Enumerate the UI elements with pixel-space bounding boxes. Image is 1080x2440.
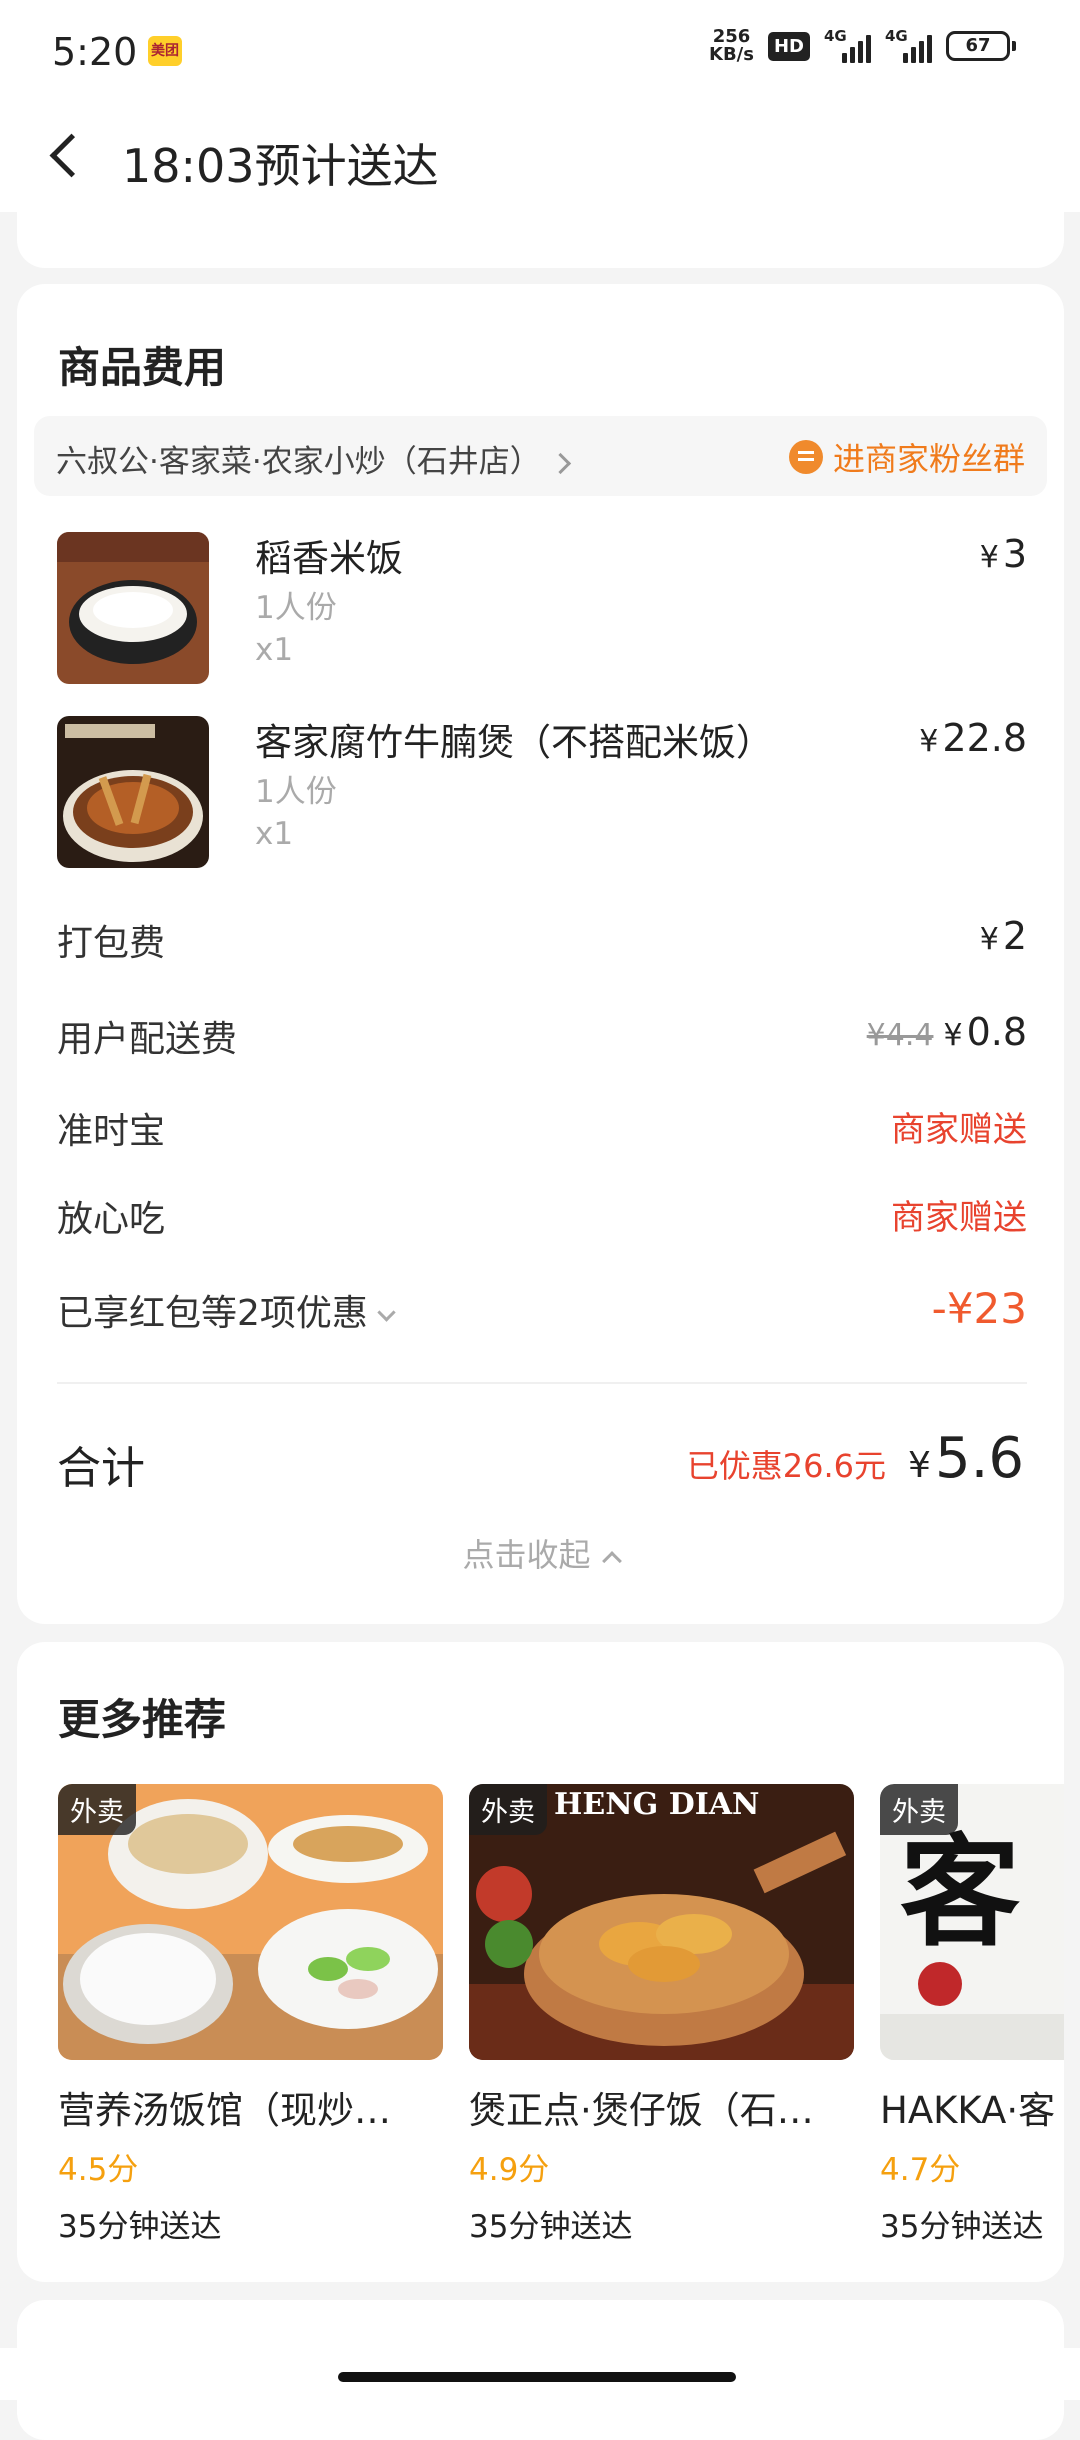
item-price: ¥3 [979,532,1027,576]
recommend-image-soup: 外卖 [58,1784,443,2060]
collapse-button[interactable]: 点击收起 [17,1530,1064,1576]
fan-group-button[interactable]: 进商家粉丝群 [788,434,1025,480]
item-price: ¥22.8 [919,716,1027,760]
recommend-image-claypot: HENG DIAN 外卖 [469,1784,854,2060]
shop-name[interactable]: 六叔公·客家菜·农家小炒（石井店） [56,436,571,481]
item-name: 稻香米饭 [255,537,403,580]
fee-section-title: 商品费用 [58,343,227,392]
recommend-image-hakka: 客 外卖 [880,1784,1064,2060]
hd-voice-icon: HD [767,31,810,61]
packing-fee-row: 打包费 ¥2 [57,914,1027,964]
chevron-right-icon [549,452,571,475]
recommend-score: 4.5分 [58,2152,139,2188]
item-spec: 1人份 [255,590,337,626]
item-image-beef-pot [57,716,209,868]
signal-icon-2: 4G [885,27,932,63]
recommend-item[interactable]: HENG DIAN 外卖 煲正点·煲仔饭（石… 4.9分 35分钟送达 [469,1784,854,2246]
ontime-row: 准时宝 商家赠送 [57,1110,1027,1152]
nav-bar: 18:03预计送达 [0,100,1080,212]
divider [57,1382,1027,1384]
recommend-name: 营养汤饭馆（现炒… [58,2089,391,2132]
network-speed: 256 KB/s [709,26,754,65]
recommend-eta: 35分钟送达 [58,2209,222,2245]
chevron-down-icon [377,1303,396,1322]
delivery-tag: 外卖 [880,1784,958,1835]
fee-card: 商品费用 六叔公·客家菜·农家小炒（石井店） 进商家粉丝群 稻香米饭 1人份 x… [17,284,1064,1624]
recommend-score: 4.7分 [880,2152,961,2188]
item-image-rice [57,532,209,684]
status-bar: 5:20 美团 256 KB/s HD 4G 4G 67 [0,0,1080,100]
svg-text:客: 客 [900,1822,1020,1963]
delivery-fee-row: 用户配送费 ¥4.4 ¥0.8 [57,1010,1027,1060]
svg-text:HENG DIAN: HENG DIAN [554,1787,759,1822]
page-title: 18:03预计送达 [122,139,439,193]
home-indicator[interactable] [338,2372,736,2382]
order-item[interactable]: 稻香米饭 1人份 x1 ¥3 [57,532,1027,684]
signal-icon: 4G [824,27,871,63]
recommend-eta: 35分钟送达 [880,2209,1044,2245]
battery-icon: 67 [946,31,1016,61]
item-spec: 1人份 [255,774,337,810]
total-amount: 已优惠26.6元 ¥5.6 [686,1426,1024,1491]
recommend-eta: 35分钟送达 [469,2209,633,2245]
total-label: 合计 [57,1443,145,1494]
recommend-name: HAKKA·客 [880,2089,1056,2132]
shop-bar[interactable]: 六叔公·客家菜·农家小炒（石井店） 进商家粉丝群 [34,416,1047,496]
order-item[interactable]: 客家腐竹牛腩煲（不搭配米饭） 1人份 x1 ¥22.8 [57,716,1027,868]
recommend-score: 4.9分 [469,2152,550,2188]
chevron-up-icon [601,1551,622,1571]
chat-icon [788,440,823,474]
meituan-app-icon: 美团 [148,36,182,66]
recommend-name: 煲正点·煲仔饭（石… [469,2089,814,2132]
delivery-tag: 外卖 [469,1784,547,1835]
discount-row[interactable]: 已享红包等2项优惠 -¥23 [57,1284,1027,1344]
delivery-tag: 外卖 [58,1784,136,1835]
original-delivery-fee: ¥4.4 [866,1018,934,1053]
recommend-title: 更多推荐 [58,1695,227,1744]
status-indicators: 256 KB/s HD 4G 4G 67 [709,26,1016,65]
item-qty: x1 [255,632,294,668]
item-name: 客家腐竹牛腩煲（不搭配米饭） [255,721,773,764]
status-time: 5:20 [52,30,138,74]
safe-eat-row: 放心吃 商家赠送 [57,1198,1027,1240]
recommend-item[interactable]: 外卖 营养汤饭馆（现炒… 4.5分 35分钟送达 [58,1784,443,2246]
item-qty: x1 [255,816,294,852]
saved-amount: 已优惠26.6元 [686,1447,887,1485]
recommend-item[interactable]: 客 外卖 HAKKA·客 4.7分 35分钟送达 [880,1784,1064,2246]
back-arrow-icon[interactable] [49,133,94,178]
recommend-card: 更多推荐 外卖 营养汤饭馆（现炒… 4.5分 35分钟送达 HENG DIAN … [17,1642,1064,2282]
